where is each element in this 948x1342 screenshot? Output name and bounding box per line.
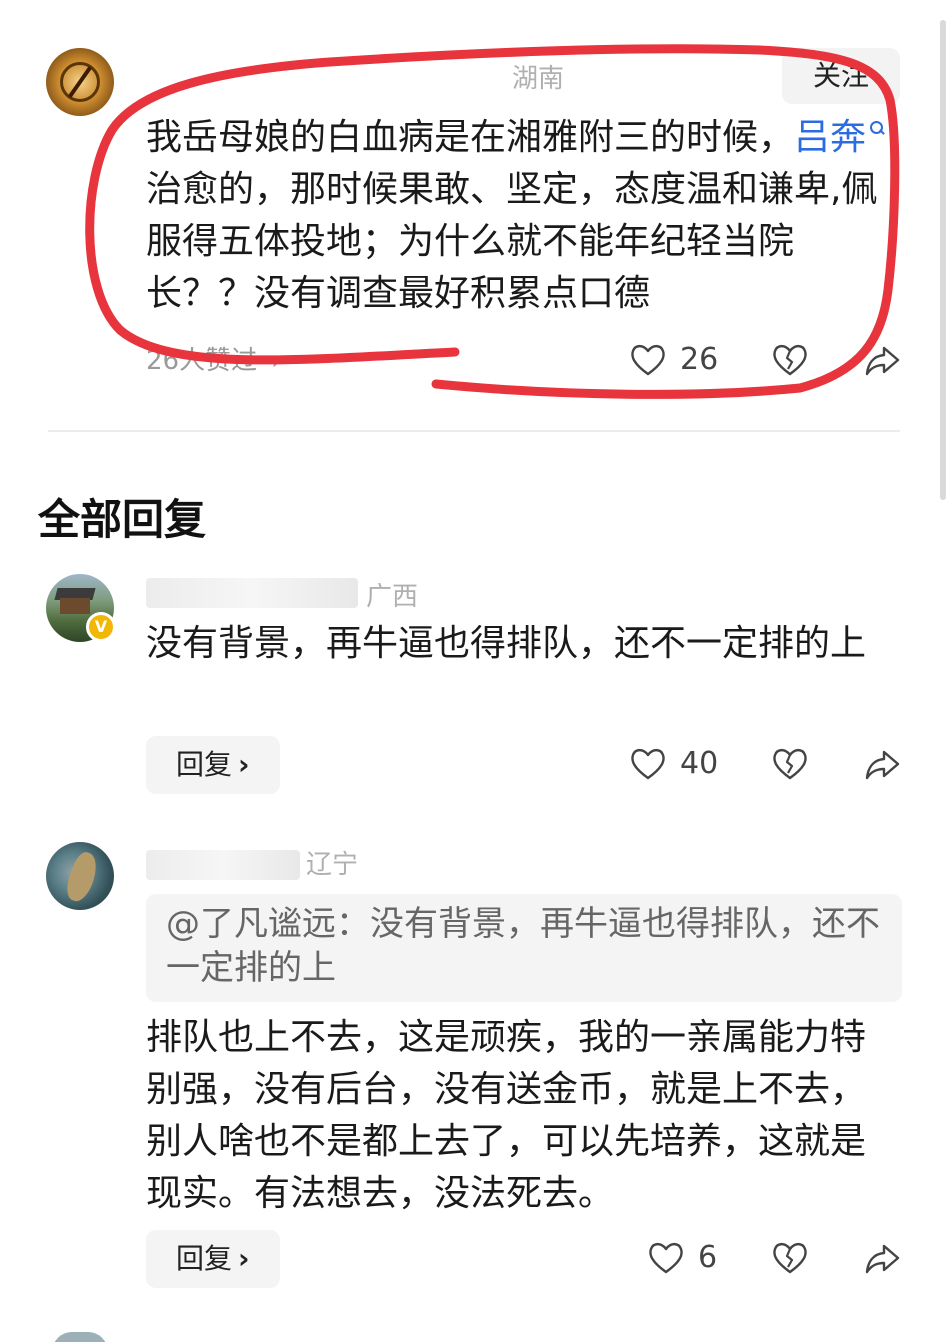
scrollbar[interactable] xyxy=(940,20,946,500)
reply-button-label: 回复 xyxy=(176,748,233,781)
verified-badge: V xyxy=(86,612,116,642)
username-blurred[interactable] xyxy=(146,850,300,880)
house-body xyxy=(60,598,90,614)
heart-icon[interactable] xyxy=(646,1238,686,1278)
broken-heart-icon[interactable] xyxy=(770,1238,810,1278)
likers-link[interactable]: 26人赞过 › xyxy=(146,340,282,377)
reply-2-text: 排队也上不去，这是顽疾，我的一亲属能力特别强，没有后台，没有送金币，就是上不去，… xyxy=(146,1017,867,1214)
share-icon[interactable] xyxy=(862,1238,902,1278)
reply-button[interactable]: 回复 › xyxy=(146,1230,280,1288)
avatar-reply-2[interactable] xyxy=(46,842,114,910)
broken-heart-icon[interactable] xyxy=(770,340,810,380)
share-icon[interactable] xyxy=(862,744,902,784)
reply-button-label: 回复 xyxy=(176,1242,233,1275)
chevron-right-icon: › xyxy=(238,1242,250,1275)
reply-button[interactable]: 回复 › xyxy=(146,736,280,794)
doctor-name-link[interactable]: 吕奔 xyxy=(794,117,866,158)
reply-1-region: 广西 xyxy=(366,582,419,612)
quoted-reply[interactable]: @了凡谧远：没有背景，再牛逼也得排队，还不一定排的上 xyxy=(146,894,902,1002)
share-icon[interactable] xyxy=(862,340,902,380)
main-like-count: 26 xyxy=(680,342,719,377)
all-replies-title: 全部回复 xyxy=(38,495,207,544)
main-comment-region: 湖南 xyxy=(512,64,565,94)
likers-text: 26人赞过 xyxy=(146,346,258,376)
heart-icon[interactable] xyxy=(628,744,668,784)
search-icon[interactable] xyxy=(868,120,886,138)
divider xyxy=(48,430,900,432)
reply-2-like-count: 6 xyxy=(698,1240,718,1275)
chevron-right-icon: › xyxy=(271,346,282,376)
avatar-next-reply[interactable] xyxy=(52,1332,108,1342)
main-comment-text: 我岳母娘的白血病是在湘雅附三的时候，吕奔治愈的，那时候果敢、坚定，态度温和谦卑,… xyxy=(146,112,898,320)
reply-2-region: 辽宁 xyxy=(306,850,359,880)
main-comment-text-part2: 治愈的，那时候果敢、坚定，态度温和谦卑,佩服得五体投地；为什么就不能年纪轻当院长… xyxy=(146,169,878,314)
heart-icon[interactable] xyxy=(628,340,668,380)
main-comment-text-part1: 我岳母娘的白血病是在湘雅附三的时候， xyxy=(146,117,795,158)
follow-button[interactable]: 关注 xyxy=(782,48,900,104)
username-blurred[interactable] xyxy=(146,578,358,608)
reply-1-like-count: 40 xyxy=(680,746,719,781)
reply-1-text: 没有背景，再牛逼也得排队，还不一定排的上 xyxy=(146,623,867,664)
broken-heart-icon[interactable] xyxy=(770,744,810,784)
avatar-main-comment[interactable] xyxy=(46,48,114,116)
chevron-right-icon: › xyxy=(238,748,250,781)
satellite-land xyxy=(62,849,102,905)
